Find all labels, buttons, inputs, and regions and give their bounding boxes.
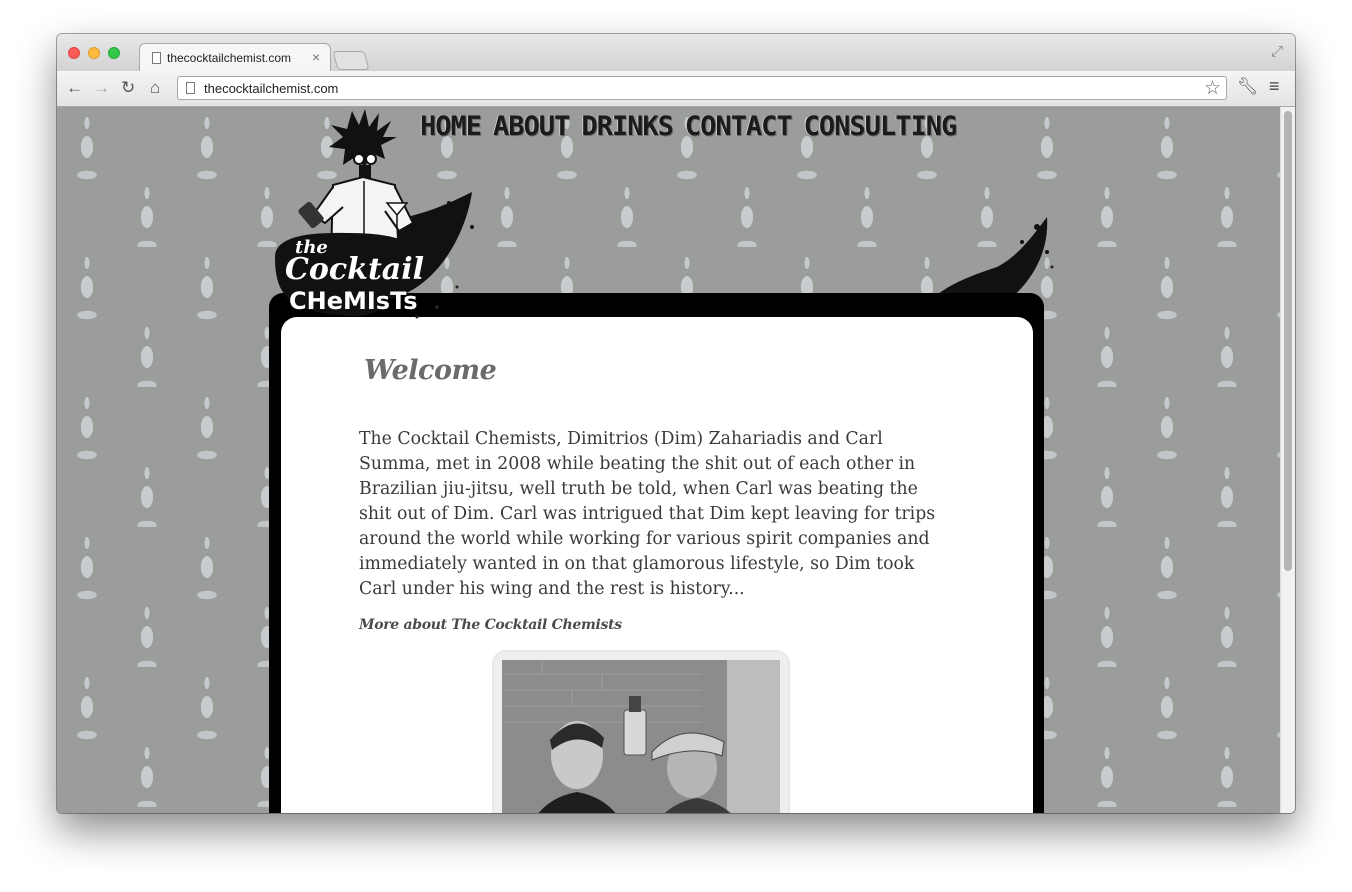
menu-icon[interactable]: ≡: [1269, 76, 1280, 97]
tab-close-icon[interactable]: ×: [312, 49, 320, 65]
logo-text-chemists: CHeMIsTs: [289, 287, 418, 315]
scrollbar-thumb[interactable]: [1284, 111, 1292, 571]
back-arrow-icon[interactable]: ←: [66, 78, 83, 98]
intro-paragraph: The Cocktail Chemists, Dimitrios (Dim) Z…: [359, 429, 936, 599]
vertical-scrollbar[interactable]: [1280, 107, 1295, 813]
fullscreen-icon[interactable]: ⤢: [1271, 43, 1283, 60]
new-tab-button[interactable]: [332, 51, 370, 70]
nav-contact[interactable]: CONTACT: [685, 111, 793, 142]
browser-window: thecocktailchemist.com × ⤢ ← → ↻ ⌂ theco…: [57, 34, 1295, 813]
tab-strip: thecocktailchemist.com × ⤢: [57, 34, 1295, 72]
page-title: Welcome: [364, 355, 497, 386]
page-viewport: HOME ABOUT DRINKS CONTACT CONSULTING Wel…: [57, 107, 1280, 813]
content-panel: Welcome The Cocktail Chemists, Dimitrios…: [281, 317, 1033, 813]
bookmark-star-icon[interactable]: ☆: [1204, 77, 1221, 100]
tab-title: thecocktailchemist.com: [167, 51, 292, 65]
nav-drinks[interactable]: DRINKS: [581, 111, 674, 142]
nav-consulting[interactable]: CONSULTING: [804, 111, 958, 142]
forward-arrow-icon[interactable]: →: [93, 78, 110, 98]
page-icon: [152, 52, 161, 64]
site-nav: HOME ABOUT DRINKS CONTACT CONSULTING: [420, 111, 958, 142]
page-icon: [186, 82, 195, 94]
cocktail-chemists-logo[interactable]: the Cocktail CHeMIsTs: [267, 107, 487, 322]
url-text[interactable]: thecocktailchemist.com: [204, 81, 338, 96]
reload-icon[interactable]: ↻: [121, 78, 135, 98]
address-bar[interactable]: thecocktailchemist.com ☆: [177, 76, 1227, 100]
zoom-window-button[interactable]: [108, 47, 120, 59]
wrench-icon[interactable]: 🔧︎: [1237, 77, 1259, 97]
close-window-button[interactable]: [68, 47, 80, 59]
browser-toolbar: ← → ↻ ⌂ thecocktailchemist.com ☆ 🔧︎ ≡: [57, 71, 1295, 107]
nav-about[interactable]: ABOUT: [493, 111, 570, 142]
logo-text-cocktail: Cocktail: [285, 252, 424, 287]
minimize-window-button[interactable]: [88, 47, 100, 59]
founders-photo: [502, 660, 780, 813]
browser-tab[interactable]: thecocktailchemist.com ×: [139, 43, 331, 72]
photo-frame: [492, 650, 790, 813]
more-about-link[interactable]: More about The Cocktail Chemists: [359, 617, 622, 633]
home-icon[interactable]: ⌂: [150, 78, 160, 98]
